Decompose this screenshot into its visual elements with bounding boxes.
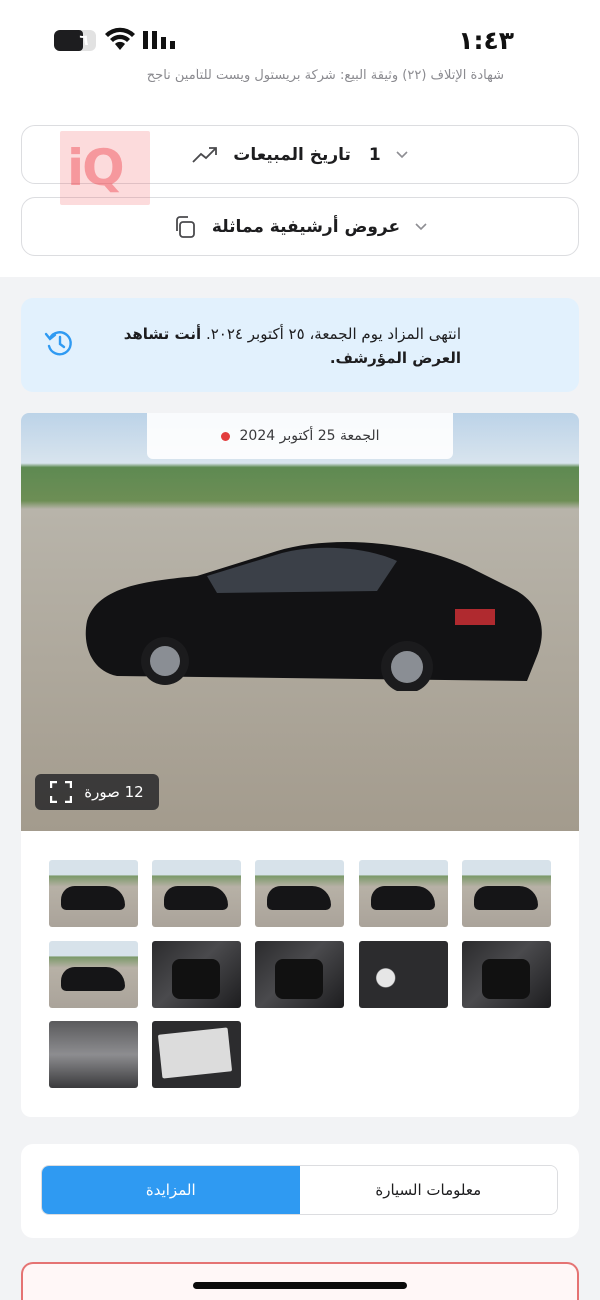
- fullscreen-icon: [50, 781, 73, 803]
- segmented-tabs: المزايدة معلومات السيارة: [41, 1165, 558, 1215]
- wifi-icon: [105, 27, 135, 50]
- thumbnail[interactable]: [255, 941, 344, 1008]
- thumbnail[interactable]: [49, 860, 138, 927]
- similar-archived-label: عروض أرشيفية مماثلة: [211, 216, 401, 237]
- alert-box: [21, 1262, 579, 1300]
- thumbnail[interactable]: [49, 1021, 138, 1088]
- thumbnail[interactable]: [152, 1021, 241, 1088]
- status-dot: [220, 431, 230, 441]
- similar-archived-accordion[interactable]: عروض أرشيفية مماثلة: [21, 197, 579, 256]
- thumbnail[interactable]: [49, 941, 138, 1008]
- thumbnail[interactable]: [152, 860, 241, 927]
- thumbnail[interactable]: [359, 860, 448, 927]
- clock: ١:٤٣: [458, 26, 514, 55]
- archived-notice: انتهى المزاد يوم الجمعة، ٢٥ أكتوبر ٢٠٢٤.…: [21, 298, 579, 392]
- notice-ended-text: انتهى المزاد يوم الجمعة، ٢٥ أكتوبر ٢٠٢٤.: [205, 325, 461, 343]
- thumbnail[interactable]: [462, 941, 551, 1008]
- battery-icon: ٦: [54, 30, 96, 51]
- photo-count-button[interactable]: 12 صورة: [35, 774, 159, 810]
- thumbnail[interactable]: [462, 860, 551, 927]
- photo-count-label: 12 صورة: [84, 783, 144, 801]
- sales-history-label: تاريخ المبيعات: [233, 144, 351, 165]
- thumbnail[interactable]: [255, 860, 344, 927]
- tabs-card: المزايدة معلومات السيارة: [21, 1144, 579, 1238]
- car-image: [85, 542, 542, 691]
- auction-date-tag: الجمعة 25 أكتوبر 2024: [147, 413, 453, 459]
- signal-icon: [143, 31, 175, 49]
- auction-date-label: الجمعة 25 أكتوبر 2024: [239, 428, 380, 444]
- notice-text: انتهى المزاد يوم الجمعة، ٢٥ أكتوبر ٢٠٢٤.…: [81, 322, 461, 370]
- chevron-down-icon: [396, 150, 408, 158]
- history-icon: [44, 331, 72, 356]
- home-indicator[interactable]: [193, 1282, 407, 1289]
- chevron-down-icon: [415, 222, 427, 230]
- thumbnail[interactable]: [359, 941, 448, 1008]
- thumbnail[interactable]: [152, 941, 241, 1008]
- battery-level: ٦: [79, 31, 89, 49]
- tab-car-info[interactable]: معلومات السيارة: [299, 1166, 557, 1214]
- sales-history-count: 1: [368, 144, 381, 165]
- tab-bidding[interactable]: المزايدة: [42, 1166, 300, 1214]
- copy-icon: [176, 215, 195, 238]
- thumbnail-grid: [21, 831, 579, 1117]
- main-photo[interactable]: الجمعة 25 أكتوبر 2024 12 صورة: [21, 413, 579, 831]
- watermark-logo: iQ: [60, 131, 150, 205]
- watermark-text: iQ: [67, 139, 125, 197]
- trend-up-icon: [192, 146, 218, 163]
